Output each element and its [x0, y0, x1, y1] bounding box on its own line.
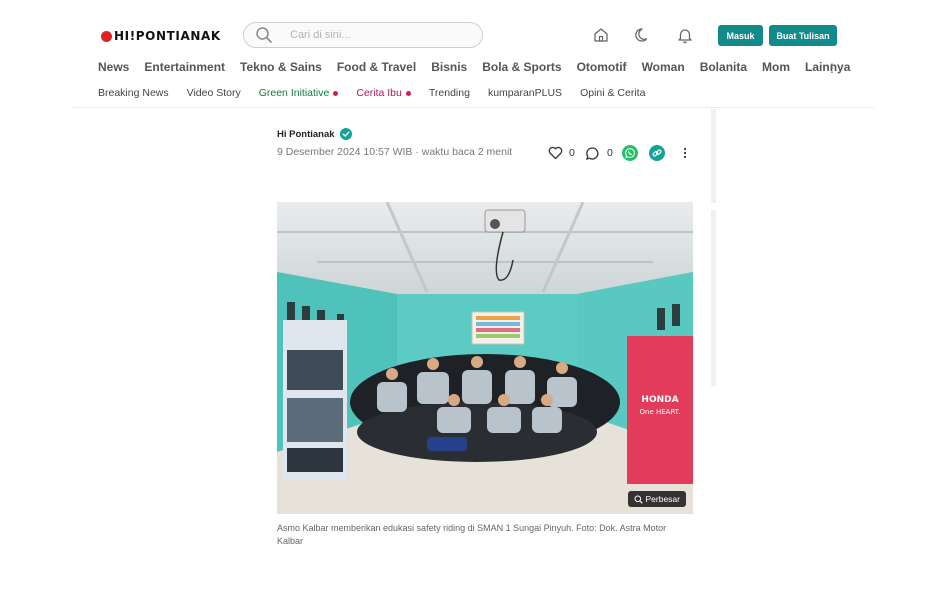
banner-slogan: One HEART. — [640, 408, 681, 416]
subnav-green-initiative[interactable]: Green Initiative — [259, 87, 339, 99]
search-input[interactable]: Cari di sini... — [243, 22, 483, 48]
verified-badge-icon — [339, 128, 352, 140]
zoom-button[interactable]: Perbesar — [627, 491, 686, 507]
home-icon[interactable] — [592, 26, 610, 44]
subnav-label: Breaking News — [98, 87, 169, 99]
more-vertical-icon[interactable]: ⋮ — [826, 61, 838, 75]
subnav-video-story[interactable]: Video Story — [187, 87, 241, 99]
moon-icon[interactable] — [634, 26, 652, 44]
zoom-icon — [634, 495, 643, 504]
article-meta: 9 Desember 2024 10:57 WIB · waktu baca 2… — [277, 146, 513, 158]
main-nav: News Entertainment Tekno & Sains Food & … — [98, 60, 865, 74]
nav-item-mom[interactable]: Mom — [762, 60, 790, 74]
copy-link-icon[interactable] — [649, 145, 665, 161]
search-placeholder: Cari di sini... — [290, 29, 351, 41]
sidebar-placeholder — [711, 109, 716, 203]
author-label: Hi Pontianak — [277, 128, 335, 140]
heart-icon — [548, 146, 563, 160]
subnav-breaking-news[interactable]: Breaking News — [98, 87, 169, 99]
more-options-icon[interactable] — [682, 146, 688, 160]
subnav-trending[interactable]: Trending — [429, 87, 470, 99]
comment-icon — [586, 146, 599, 160]
nav-item-news[interactable]: News — [98, 60, 129, 74]
nav-item-food-travel[interactable]: Food & Travel — [337, 60, 416, 74]
login-button[interactable]: Masuk — [718, 25, 763, 46]
nav-item-bolanita[interactable]: Bolanita — [700, 60, 747, 74]
subnav-label: Green Initiative — [258, 87, 330, 99]
subnav-kumparanplus[interactable]: kumparanPLUS — [488, 87, 562, 99]
site-logo[interactable]: HI!PONTIANAK — [101, 28, 221, 44]
article-photo[interactable]: HONDA One HEART. Perbesar — [277, 202, 693, 514]
header-divider — [73, 107, 875, 108]
nav-item-woman[interactable]: Woman — [642, 60, 685, 74]
like-button[interactable]: 0 — [548, 145, 575, 161]
new-dot-icon — [405, 90, 411, 96]
like-count: 0 — [569, 147, 575, 159]
subnav-label: Video Story — [186, 87, 241, 99]
banner-honda: HONDA — [641, 395, 678, 405]
subnav-label: Trending — [428, 87, 470, 99]
nav-item-bisnis[interactable]: Bisnis — [431, 60, 467, 74]
photo-caption: Asmo Kalbar memberikan edukasi safety ri… — [277, 523, 667, 546]
subnav-label: Opini & Cerita — [580, 87, 646, 99]
zoom-label: Perbesar — [645, 494, 681, 504]
search-icon — [256, 27, 272, 43]
whatsapp-icon[interactable] — [622, 145, 638, 161]
author-name[interactable]: Hi Pontianak — [277, 128, 352, 140]
logo-text: HI!PONTIANAK — [114, 29, 221, 43]
sub-nav: Breaking News Video Story Green Initiati… — [98, 87, 663, 99]
logo-dot — [101, 30, 112, 42]
comment-button[interactable]: 0 — [585, 145, 613, 161]
nav-item-tekno-sains[interactable]: Tekno & Sains — [240, 60, 322, 74]
write-post-button[interactable]: Buat Tulisan — [769, 25, 837, 46]
comment-count: 0 — [607, 147, 613, 159]
sidebar-placeholder — [711, 210, 716, 386]
nav-item-entertainment[interactable]: Entertainment — [144, 60, 225, 74]
nav-item-otomotif[interactable]: Otomotif — [577, 60, 627, 74]
subnav-label: kumparanPLUS — [487, 87, 563, 99]
bell-icon[interactable] — [676, 26, 694, 44]
subnav-label: Cerita Ibu — [356, 87, 402, 99]
new-dot-icon — [333, 90, 339, 96]
subnav-cerita-ibu[interactable]: Cerita Ibu — [356, 87, 411, 99]
subnav-opini-cerita[interactable]: Opini & Cerita — [580, 87, 645, 99]
photo-image: HONDA One HEART. — [277, 202, 693, 514]
nav-item-bola-sports[interactable]: Bola & Sports — [482, 60, 561, 74]
